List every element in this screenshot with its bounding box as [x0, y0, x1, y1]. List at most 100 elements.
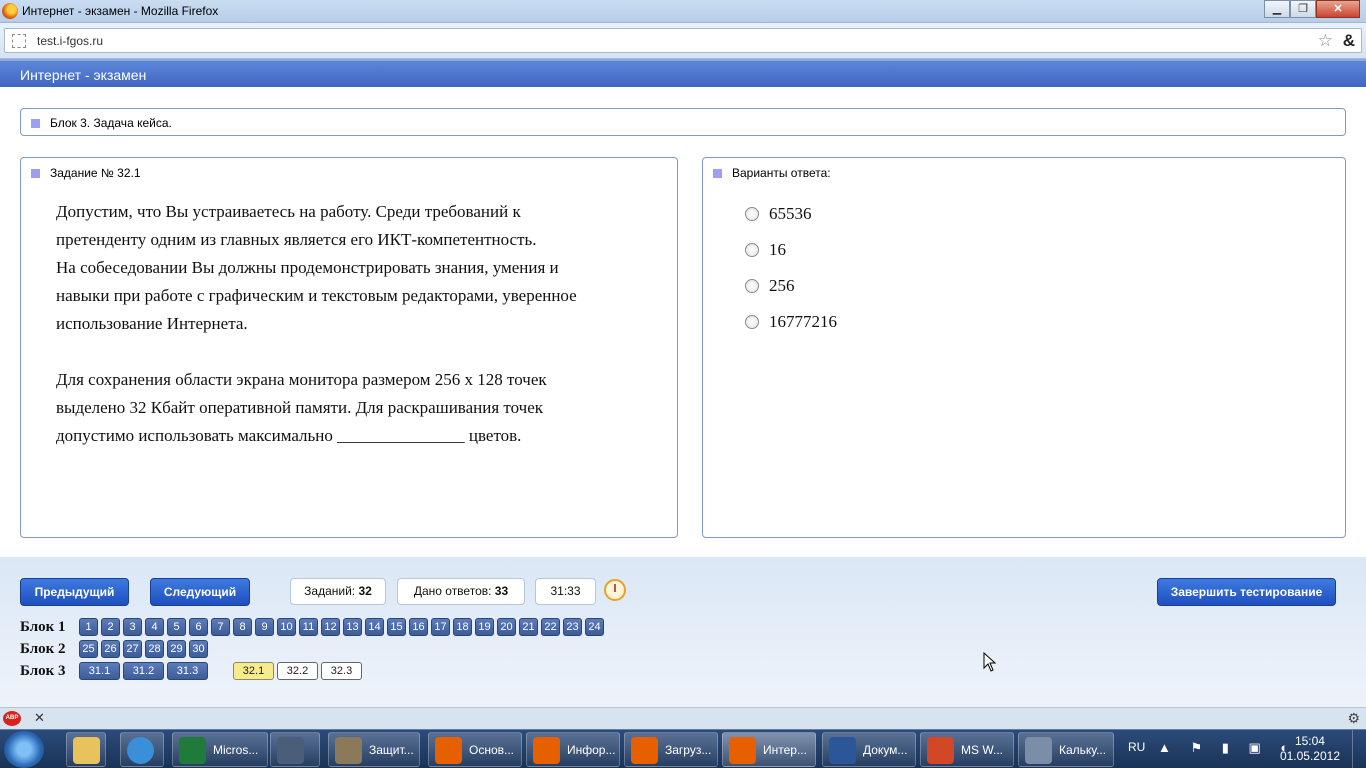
- url-bar[interactable]: test.i-fgos.ru ☆ &: [4, 28, 1362, 53]
- question-button[interactable]: 10: [277, 618, 296, 636]
- question-button[interactable]: 21: [519, 618, 538, 636]
- question-button[interactable]: 31.2: [123, 662, 164, 680]
- question-button[interactable]: 9: [255, 618, 274, 636]
- question-button[interactable]: 31.1: [79, 662, 120, 680]
- timer: 31:33: [535, 578, 596, 605]
- clock[interactable]: 15:04 01.05.2012: [1280, 734, 1340, 764]
- question-button[interactable]: 30: [189, 640, 208, 658]
- question-button[interactable]: 25: [79, 640, 98, 658]
- taskbar-item[interactable]: Micros...: [172, 732, 268, 767]
- prev-button[interactable]: Предыдущий: [20, 578, 129, 606]
- question-button[interactable]: 32.3: [321, 662, 362, 680]
- task-line: На собеседовании Вы должны продемонстрир…: [56, 258, 559, 277]
- app-icon: [729, 737, 756, 764]
- language-indicator[interactable]: RU: [1128, 740, 1145, 754]
- taskbar-item[interactable]: Кальку...: [1018, 732, 1114, 767]
- taskbar-item[interactable]: Защит...: [328, 732, 420, 767]
- app-title: Интернет - экзамен: [20, 67, 147, 83]
- question-button[interactable]: 19: [475, 618, 494, 636]
- question-button[interactable]: 1: [79, 618, 98, 636]
- answered-count: Дано ответов: 33: [397, 578, 525, 605]
- explorer-taskbar-button[interactable]: [66, 732, 106, 767]
- finish-test-button[interactable]: Завершить тестирование: [1157, 578, 1336, 606]
- question-button[interactable]: 31.3: [167, 662, 208, 680]
- question-button[interactable]: 18: [453, 618, 472, 636]
- question-button[interactable]: 27: [123, 640, 142, 658]
- navigation-toolbar: test.i-fgos.ru ☆ &: [0, 23, 1366, 59]
- question-button[interactable]: 13: [343, 618, 362, 636]
- bookmark-star-icon[interactable]: ☆: [1318, 31, 1333, 51]
- tray-icons[interactable]: ▲ ⚑ ▮ ▣ ◐: [1158, 740, 1296, 756]
- ampersand-addon-icon[interactable]: &: [1343, 31, 1355, 51]
- taskbar-item[interactable]: Докум...: [822, 732, 916, 767]
- question-button[interactable]: 24: [585, 618, 604, 636]
- window-title: Интернет - экзамен - Mozilla Firefox: [22, 4, 219, 18]
- gear-icon[interactable]: ⚙: [1347, 710, 1360, 727]
- taskbar-item-label: Интер...: [763, 743, 807, 757]
- question-button[interactable]: 8: [233, 618, 252, 636]
- current-question-button[interactable]: 32.1: [233, 662, 274, 680]
- question-button[interactable]: 15: [387, 618, 406, 636]
- taskbar-item[interactable]: Загруз...: [624, 732, 718, 767]
- close-window-button[interactable]: ✕: [1316, 0, 1360, 18]
- taskbar-item[interactable]: [270, 732, 320, 767]
- task-line: допустимо использовать максимально _____…: [56, 426, 522, 445]
- taskbar-item[interactable]: MS W...: [920, 732, 1014, 767]
- answer-option[interactable]: 16777216: [745, 304, 837, 340]
- minimize-button[interactable]: ▁: [1264, 0, 1290, 18]
- question-button[interactable]: 29: [167, 640, 186, 658]
- app-icon: [335, 737, 362, 764]
- site-identity-icon[interactable]: [12, 34, 26, 48]
- question-button[interactable]: 28: [145, 640, 164, 658]
- answer-option[interactable]: 16: [745, 232, 837, 268]
- question-button[interactable]: 23: [563, 618, 582, 636]
- answer-option[interactable]: 256: [745, 268, 837, 304]
- app-icon: [631, 737, 658, 764]
- question-button[interactable]: 32.2: [277, 662, 318, 680]
- ie-taskbar-button[interactable]: [120, 732, 164, 767]
- question-button[interactable]: 5: [167, 618, 186, 636]
- radio-button[interactable]: [745, 315, 759, 329]
- show-desktop-button[interactable]: [1352, 730, 1366, 768]
- url-text[interactable]: test.i-fgos.ru: [37, 34, 103, 48]
- question-button[interactable]: 4: [145, 618, 164, 636]
- question-button[interactable]: 3: [123, 618, 142, 636]
- close-addonbar-icon[interactable]: ✕: [34, 710, 45, 726]
- taskbar-item[interactable]: Основ...: [428, 732, 522, 767]
- radio-button[interactable]: [745, 207, 759, 221]
- answer-label: 16777216: [769, 312, 837, 331]
- question-button[interactable]: 11: [299, 618, 318, 636]
- question-button[interactable]: 26: [101, 640, 120, 658]
- start-button[interactable]: [4, 731, 44, 768]
- system-tray: RU ▲ ⚑ ▮ ▣ ◐ 15:04 01.05.2012: [1116, 730, 1366, 768]
- next-button[interactable]: Следующий: [150, 578, 250, 606]
- app-icon: [927, 737, 954, 764]
- task-panel: Задание № 32.1 Допустим, что Вы устраива…: [20, 157, 678, 538]
- main-content: Блок 3. Задача кейса. Задание № 32.1 Доп…: [0, 87, 1366, 557]
- answer-option[interactable]: 65536: [745, 196, 837, 232]
- question-button[interactable]: 12: [321, 618, 340, 636]
- question-button[interactable]: 16: [409, 618, 428, 636]
- taskbar-item-label: Загруз...: [665, 743, 712, 757]
- taskbar-item[interactable]: Инфор...: [526, 732, 620, 767]
- task-line: Допустим, что Вы устраиваетесь на работу…: [56, 202, 521, 221]
- question-button[interactable]: 22: [541, 618, 560, 636]
- question-button[interactable]: 20: [497, 618, 516, 636]
- maximize-button[interactable]: ❐: [1290, 0, 1316, 18]
- app-icon: [277, 737, 304, 764]
- answers-panel: Варианты ответа: 65536 16 256 16777216: [702, 157, 1346, 538]
- task-title: Задание № 32.1: [50, 166, 141, 180]
- radio-button[interactable]: [745, 243, 759, 257]
- answer-label: 16: [769, 240, 786, 259]
- block1-label: Блок 1: [20, 619, 66, 635]
- question-button[interactable]: 2: [101, 618, 120, 636]
- task-line: выделено 32 Кбайт оперативной памяти. Дл…: [56, 398, 544, 417]
- question-button[interactable]: 6: [189, 618, 208, 636]
- question-button[interactable]: 17: [431, 618, 450, 636]
- adblock-icon[interactable]: ABP: [3, 711, 21, 726]
- taskbar-item[interactable]: Интер...: [722, 732, 816, 767]
- question-button[interactable]: 7: [211, 618, 230, 636]
- radio-button[interactable]: [745, 279, 759, 293]
- question-button[interactable]: 14: [365, 618, 384, 636]
- folder-icon: [73, 737, 100, 764]
